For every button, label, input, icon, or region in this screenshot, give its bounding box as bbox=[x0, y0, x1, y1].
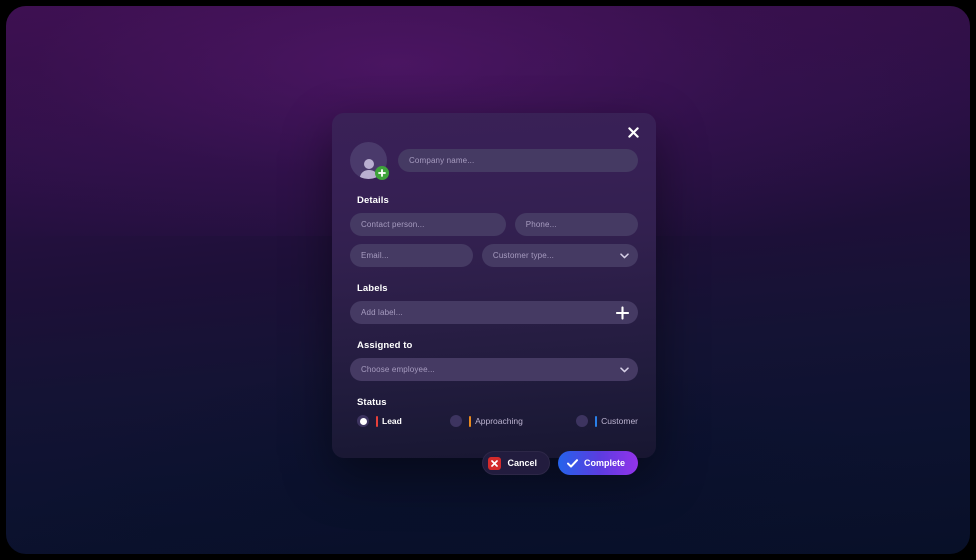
close-button[interactable] bbox=[622, 121, 644, 143]
complete-button[interactable]: Complete bbox=[557, 451, 638, 475]
close-icon bbox=[627, 126, 639, 138]
status-color-bar-approaching bbox=[469, 415, 472, 427]
labels-row: Add label... bbox=[350, 301, 638, 324]
status-label-customer: Customer bbox=[601, 416, 638, 426]
email-placeholder: Email... bbox=[361, 251, 389, 260]
add-customer-modal: Company name... Details Contact person..… bbox=[332, 113, 656, 475]
radio-lead[interactable] bbox=[357, 415, 369, 427]
radio-customer[interactable] bbox=[576, 415, 589, 427]
check-icon bbox=[566, 458, 578, 468]
company-name-input[interactable]: Company name... bbox=[398, 149, 638, 172]
details-row-1: Contact person... Phone... bbox=[350, 213, 638, 236]
add-label-placeholder: Add label... bbox=[361, 308, 403, 317]
radio-dot bbox=[359, 417, 367, 425]
status-option-approaching[interactable]: Approaching bbox=[450, 415, 576, 427]
details-heading: Details bbox=[357, 195, 389, 206]
assigned-to-row: Choose employee... bbox=[350, 358, 638, 381]
chevron-down-icon bbox=[620, 366, 629, 373]
cancel-button[interactable]: Cancel bbox=[482, 451, 550, 475]
assigned-to-heading: Assigned to bbox=[357, 340, 413, 351]
complete-button-label: Complete bbox=[583, 458, 625, 468]
status-color-bar-lead bbox=[376, 415, 378, 427]
status-option-lead[interactable]: Lead bbox=[357, 415, 450, 427]
status-label-approaching: Approaching bbox=[475, 416, 523, 426]
customer-type-placeholder: Customer type... bbox=[492, 251, 554, 260]
status-heading: Status bbox=[357, 397, 387, 408]
contact-person-input[interactable]: Contact person... bbox=[350, 213, 506, 236]
modal-header: Company name... bbox=[350, 113, 638, 180]
status-radio-group: Lead Approaching Customer bbox=[357, 415, 638, 427]
x-circle-icon bbox=[488, 456, 502, 470]
status-label-lead: Lead bbox=[382, 416, 402, 426]
status-color-bar-customer bbox=[595, 415, 598, 427]
modal-actions: Cancel Complete bbox=[350, 451, 638, 475]
cancel-button-label: Cancel bbox=[507, 458, 537, 468]
choose-employee-select[interactable]: Choose employee... bbox=[350, 358, 638, 381]
choose-employee-placeholder: Choose employee... bbox=[361, 365, 435, 374]
app-window: Company name... Details Contact person..… bbox=[0, 0, 976, 560]
phone-input[interactable]: Phone... bbox=[514, 213, 638, 236]
details-row-2: Email... Customer type... bbox=[350, 244, 638, 267]
add-label-input[interactable]: Add label... bbox=[350, 301, 638, 324]
labels-heading: Labels bbox=[357, 283, 388, 294]
chevron-down-icon bbox=[620, 252, 629, 259]
company-name-placeholder: Company name... bbox=[409, 156, 475, 165]
customer-type-select[interactable]: Customer type... bbox=[481, 244, 638, 267]
plus-icon[interactable] bbox=[616, 306, 629, 319]
avatar[interactable] bbox=[350, 142, 389, 180]
radio-approaching[interactable] bbox=[450, 415, 463, 427]
email-input[interactable]: Email... bbox=[350, 244, 473, 267]
phone-placeholder: Phone... bbox=[525, 220, 557, 229]
status-option-customer[interactable]: Customer bbox=[576, 415, 638, 427]
plus-badge-icon bbox=[375, 166, 389, 180]
contact-person-placeholder: Contact person... bbox=[361, 220, 425, 229]
